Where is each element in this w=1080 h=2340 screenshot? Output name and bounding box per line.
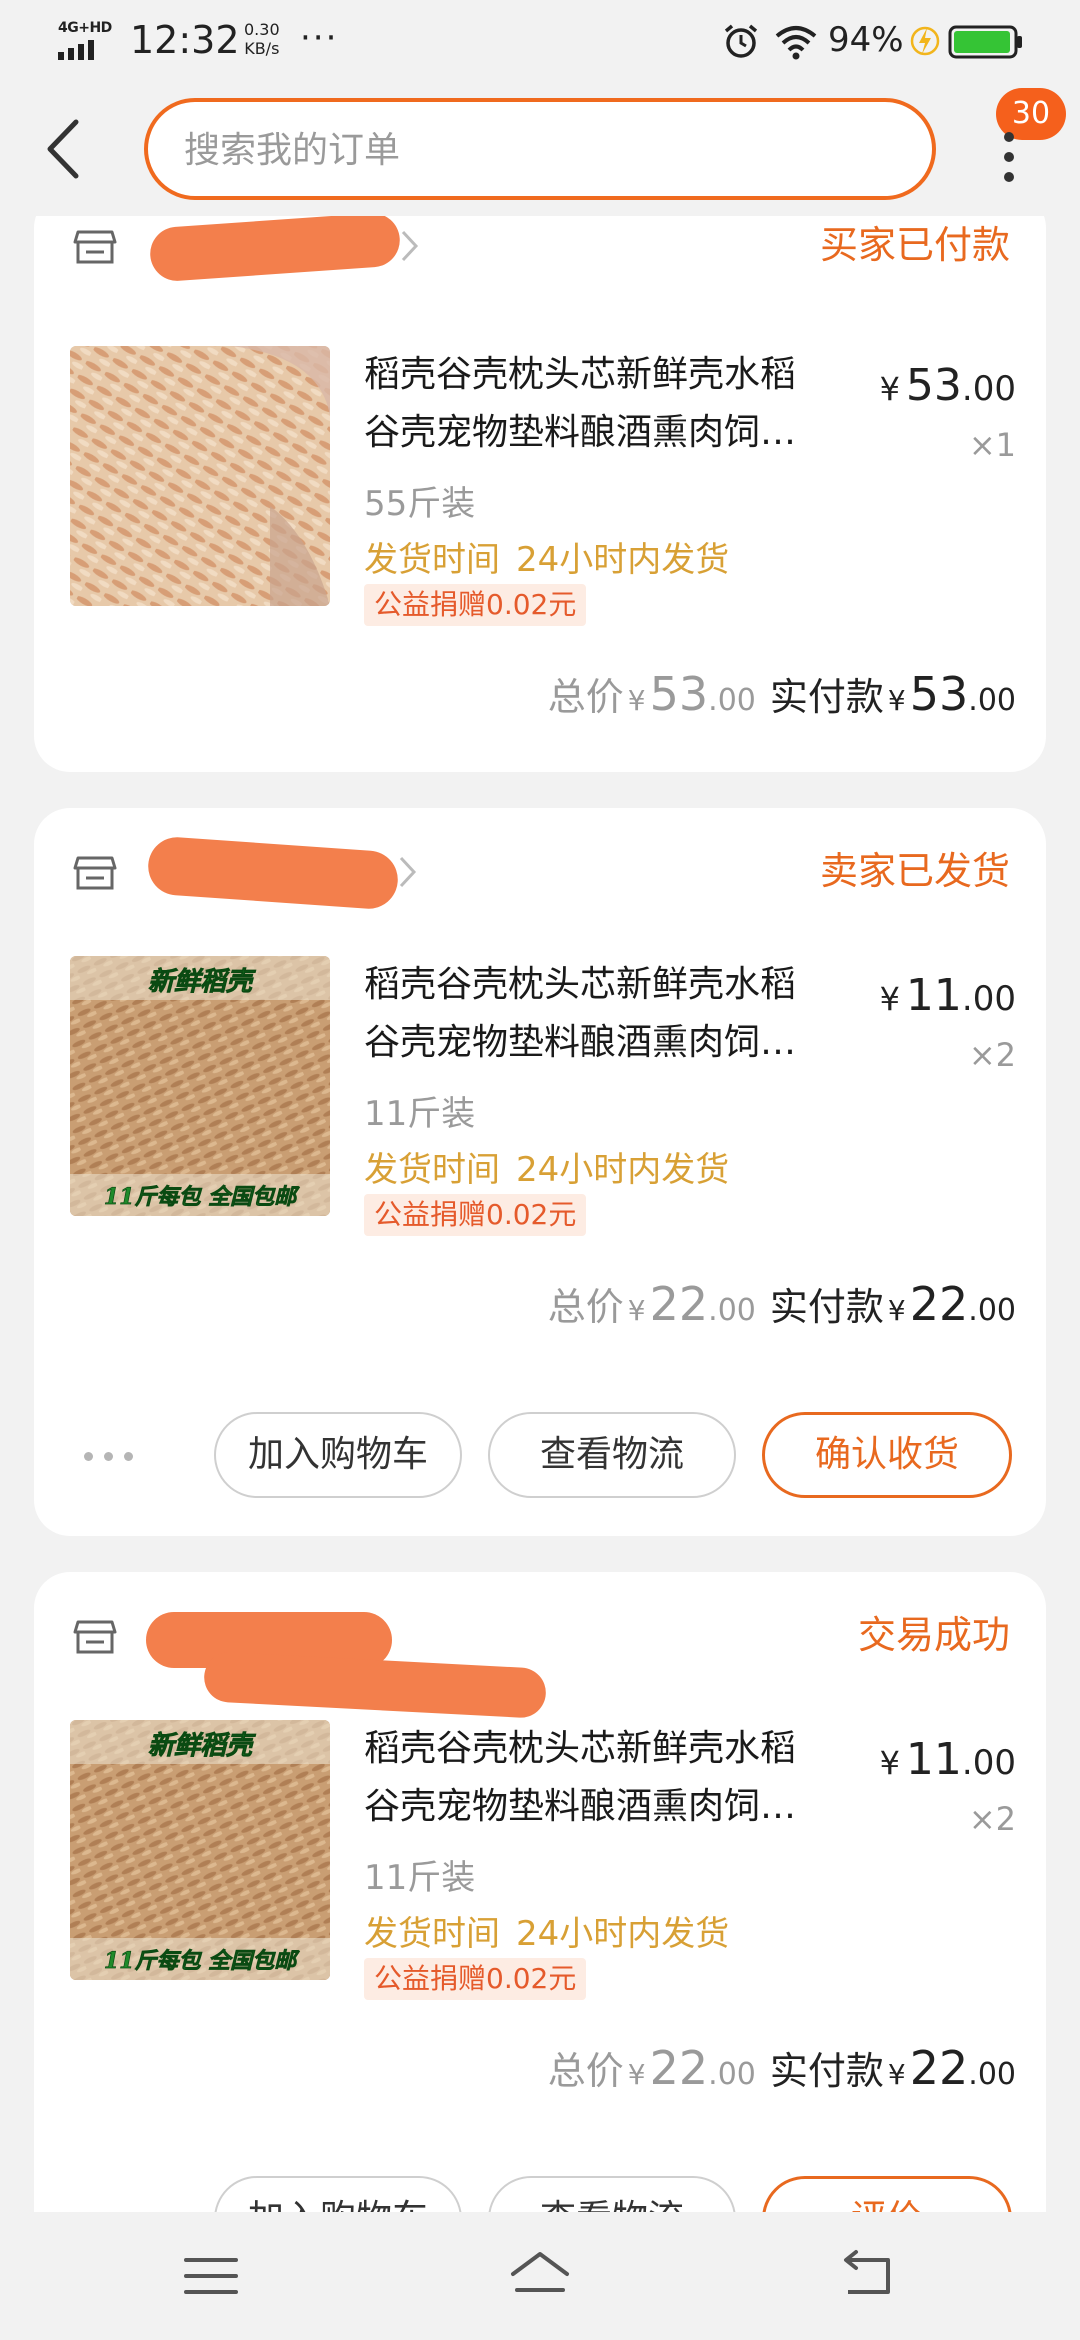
shipping-time: 发货时间 24小时内发货 bbox=[364, 540, 730, 580]
donation-tag: 公益捐赠0.02元 bbox=[364, 584, 587, 626]
chevron-right-icon bbox=[399, 856, 417, 888]
order-status: 买家已付款 bbox=[819, 223, 1010, 267]
quantity: ×2 bbox=[968, 1800, 1016, 1838]
view-logistics-button[interactable]: 查看物流 bbox=[488, 1412, 736, 1498]
store-icon bbox=[73, 230, 117, 264]
shop-row[interactable]: 买家已付款 bbox=[34, 216, 1046, 292]
product-title[interactable]: 稻壳谷壳枕头芯新鲜壳水稻 谷壳宠物垫料酿酒熏肉饲… bbox=[364, 1720, 894, 1836]
product-thumbnail[interactable]: 新鲜稻壳 11斤每包 全国包邮 bbox=[70, 1720, 330, 1980]
battery-percent: 94% bbox=[828, 20, 904, 60]
product-spec: 55斤装 bbox=[364, 484, 476, 524]
view-logistics-button[interactable]: 查看物流 bbox=[488, 2176, 736, 2212]
menu-icon[interactable] bbox=[176, 2246, 246, 2306]
alarm-icon bbox=[724, 24, 758, 58]
order-card[interactable]: 交易成功 新鲜稻壳 11斤每包 全国包邮 稻壳谷壳枕头芯新鲜壳水稻 谷壳宠物垫料… bbox=[34, 1572, 1046, 2212]
network-speed: 0.30 KB/s bbox=[244, 20, 280, 58]
order-card[interactable]: 卖家已发货 新鲜稻壳 11斤每包 全国包邮 稻壳谷壳枕头芯新鲜壳水稻 谷壳宠物垫… bbox=[34, 808, 1046, 1536]
product-spec: 11斤装 bbox=[364, 1094, 476, 1134]
order-status: 卖家已发货 bbox=[819, 849, 1010, 893]
thumbnail-caption-bottom: 11斤每包 全国包邮 bbox=[104, 1948, 300, 1974]
product-spec: 11斤装 bbox=[364, 1858, 476, 1898]
add-to-cart-button[interactable]: 加入购物车 bbox=[214, 1412, 462, 1498]
donation-tag: 公益捐赠0.02元 bbox=[364, 1194, 587, 1236]
signal-icon: 4G+HD bbox=[56, 20, 112, 60]
charging-icon bbox=[910, 26, 940, 56]
store-icon bbox=[73, 1620, 117, 1654]
donation-tag: 公益捐赠0.02元 bbox=[364, 1958, 587, 2000]
thumbnail-caption-top: 新鲜稻壳 bbox=[148, 1731, 256, 1761]
home-icon[interactable] bbox=[505, 2246, 575, 2306]
more-horizontal-icon[interactable] bbox=[80, 1442, 140, 1472]
order-total: 总价 ¥22.00 实付款 ¥22.00 bbox=[547, 1277, 1016, 1331]
order-total: 总价 ¥22.00 实付款 ¥22.00 bbox=[547, 2041, 1016, 2095]
unit-price: ¥11.00 bbox=[879, 1734, 1016, 1785]
network-type: 4G+HD bbox=[58, 20, 112, 36]
quantity: ×2 bbox=[968, 1036, 1016, 1074]
search-input[interactable] bbox=[184, 122, 884, 178]
confirm-receipt-button[interactable]: 确认收货 bbox=[762, 1412, 1012, 1498]
unit-price: ¥11.00 bbox=[879, 970, 1016, 1021]
more-vertical-icon[interactable] bbox=[990, 132, 1030, 222]
order-total: 总价 ¥53.00 实付款 ¥53.00 bbox=[547, 667, 1016, 721]
shop-name-redaction bbox=[202, 1651, 548, 1719]
order-status: 交易成功 bbox=[857, 1613, 1010, 1657]
shipping-time: 发货时间 24小时内发货 bbox=[364, 1150, 730, 1190]
unit-price: ¥53.00 bbox=[879, 360, 1016, 411]
thumbnail-caption-top: 新鲜稻壳 bbox=[148, 967, 256, 997]
chevron-right-icon bbox=[401, 230, 419, 262]
shipping-time: 发货时间 24小时内发货 bbox=[364, 1914, 730, 1954]
system-nav-bar bbox=[0, 2212, 1080, 2340]
top-nav: 30 bbox=[0, 84, 1080, 216]
back-icon[interactable] bbox=[36, 114, 96, 184]
shop-name-redaction bbox=[146, 835, 400, 911]
product-thumbnail[interactable]: 新鲜稻壳 11斤每包 全国包邮 bbox=[70, 956, 330, 1216]
product-title[interactable]: 稻壳谷壳枕头芯新鲜壳水稻 谷壳宠物垫料酿酒熏肉饲… bbox=[364, 956, 894, 1072]
product-row[interactable]: 新鲜稻壳 11斤每包 全国包邮 稻壳谷壳枕头芯新鲜壳水稻 谷壳宠物垫料酿酒熏肉饲… bbox=[34, 956, 1046, 1266]
shop-name-redaction bbox=[148, 216, 402, 283]
order-actions: 加入购物车 查看物流 评价 bbox=[34, 2176, 1046, 2212]
product-thumbnail[interactable] bbox=[70, 346, 330, 606]
wifi-icon bbox=[775, 26, 817, 60]
order-card[interactable]: 买家已付款 稻壳谷壳枕头芯新鲜壳水稻 谷壳宠物垫料酿酒熏肉饲… ¥ 53.00 … bbox=[34, 216, 1046, 772]
return-icon[interactable] bbox=[834, 2246, 904, 2306]
order-actions: 加入购物车 查看物流 确认收货 bbox=[34, 1412, 1046, 1502]
shop-row[interactable]: 交易成功 bbox=[34, 1572, 1046, 1719]
shop-row[interactable]: 卖家已发货 bbox=[34, 808, 1046, 911]
clock: 12:32 bbox=[130, 18, 240, 62]
product-title[interactable]: 稻壳谷壳枕头芯新鲜壳水稻 谷壳宠物垫料酿酒熏肉饲… bbox=[364, 346, 894, 462]
add-to-cart-button[interactable]: 加入购物车 bbox=[214, 2176, 462, 2212]
product-row[interactable]: 新鲜稻壳 11斤每包 全国包邮 稻壳谷壳枕头芯新鲜壳水稻 谷壳宠物垫料酿酒熏肉饲… bbox=[34, 1720, 1046, 2030]
thumbnail-caption-bottom: 11斤每包 全国包邮 bbox=[104, 1184, 300, 1210]
search-box[interactable] bbox=[144, 98, 936, 200]
order-list[interactable]: 买家已付款 稻壳谷壳枕头芯新鲜壳水稻 谷壳宠物垫料酿酒熏肉饲… ¥ 53.00 … bbox=[0, 216, 1080, 2212]
review-button[interactable]: 评价 bbox=[762, 2176, 1012, 2212]
store-icon bbox=[73, 856, 117, 890]
battery-icon bbox=[948, 25, 1022, 59]
quantity: ×1 bbox=[968, 426, 1016, 464]
status-bar: 4G+HD 12:32 0.30 KB/s ··· 94% bbox=[0, 0, 1080, 84]
notification-more: ··· bbox=[300, 18, 339, 58]
product-row[interactable]: 稻壳谷壳枕头芯新鲜壳水稻 谷壳宠物垫料酿酒熏肉饲… ¥53.00 ×1 55斤装… bbox=[34, 346, 1046, 656]
